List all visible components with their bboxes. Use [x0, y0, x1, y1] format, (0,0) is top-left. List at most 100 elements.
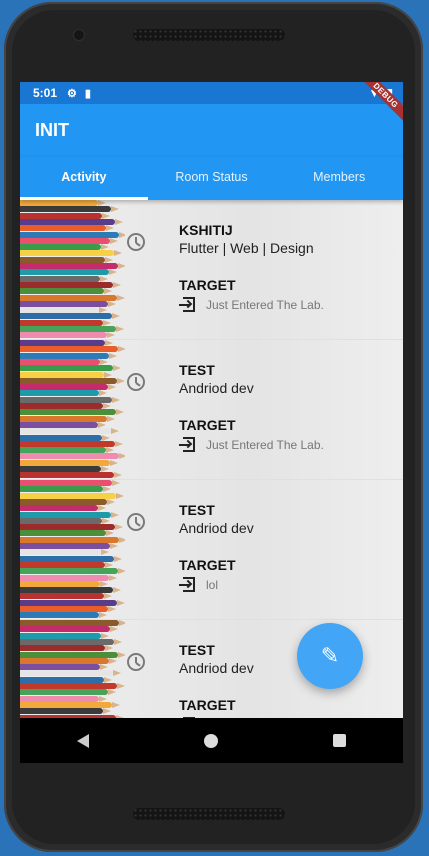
pencil-shape	[20, 620, 125, 626]
list-item[interactable]: KSHITIJ Flutter | Web | Design TARGET Ju…	[20, 200, 403, 340]
pencil-shape	[20, 428, 119, 435]
pencil-shape	[20, 281, 121, 288]
tab-room-status[interactable]: Room Status	[148, 157, 276, 200]
pencil-shape	[20, 517, 110, 524]
target-label: TARGET	[179, 417, 236, 433]
home-icon[interactable]	[203, 733, 218, 748]
pencil-shape	[20, 319, 111, 326]
pencil-shape	[20, 225, 114, 232]
pencil-shape	[20, 480, 120, 486]
pencil-shape	[20, 695, 107, 702]
pencil-shape	[20, 421, 106, 428]
pencil-shape	[20, 466, 109, 472]
pencil-shape	[20, 587, 121, 594]
pencil-shape	[20, 300, 116, 307]
pencil-shape	[20, 638, 122, 645]
tab-bar: Activity Room Status Members	[20, 157, 403, 200]
pencil-shape	[20, 288, 112, 295]
pencil-shape	[20, 536, 125, 543]
pencil-shape	[20, 626, 118, 633]
pencil-shape	[20, 237, 118, 244]
pencil-shape	[20, 440, 123, 447]
member-name: KSHITIJ	[179, 222, 233, 238]
member-role: Andriod dev	[179, 380, 254, 396]
recent-apps-icon[interactable]	[332, 734, 346, 747]
pencil-shape	[20, 511, 119, 518]
pencil-shape	[20, 218, 123, 225]
pencil-shape	[20, 340, 113, 346]
pencil-shape	[20, 453, 125, 460]
pencil-shape	[20, 307, 107, 314]
pencil-shape	[20, 492, 124, 499]
pencil-shape	[20, 294, 125, 301]
pencil-shape	[20, 256, 113, 263]
pencil-shape	[20, 275, 108, 282]
pencil-shape	[20, 606, 116, 612]
front-camera	[74, 30, 84, 40]
pencil-shape	[20, 377, 125, 384]
pencil-shape	[20, 200, 106, 206]
pencil-shape	[20, 212, 110, 219]
clock-icon	[127, 513, 145, 531]
pencil-shape	[20, 612, 107, 619]
pencil-shape	[20, 390, 107, 397]
pencil-shape	[20, 346, 125, 353]
login-icon	[179, 576, 197, 594]
system-nav-bar	[20, 718, 403, 763]
status-bar: 5:01 ⚙ ▮ ▼ ▮ DEBUG	[20, 82, 403, 127]
activity-status: Just Entered The Lab.	[179, 436, 324, 454]
target-label: TARGET	[179, 557, 236, 573]
pencil-shape	[20, 645, 113, 652]
pencil-shape	[20, 689, 116, 696]
pencil-shape	[20, 263, 125, 269]
pencil-shape	[20, 250, 122, 257]
activity-status: lol	[179, 576, 218, 594]
status-time: 5:01	[33, 86, 58, 100]
member-name: TEST	[179, 642, 215, 658]
edit-fab-button[interactable]: ✎	[297, 623, 363, 689]
app-bar: INIT	[20, 104, 403, 157]
list-item[interactable]: TEST Andriod dev TARGET lol	[20, 480, 403, 620]
pencil-shape	[20, 574, 117, 581]
target-label: TARGET	[179, 277, 236, 293]
pencil-shape	[20, 670, 121, 677]
pencil-shape	[20, 530, 114, 537]
target-label: TARGET	[179, 697, 236, 713]
bottom-speaker	[133, 808, 285, 820]
pencil-shape	[20, 326, 124, 332]
pencil-shape	[20, 206, 119, 213]
pencil-shape	[20, 701, 120, 708]
pencil-shape	[20, 409, 124, 416]
pencil-shape	[20, 593, 112, 600]
pencil-shape	[20, 231, 125, 238]
pencil-shape	[20, 459, 118, 466]
pencil-shape	[20, 332, 115, 339]
pencil-shape	[20, 384, 116, 391]
pencil-shape	[20, 244, 109, 251]
activity-status: Just Entered The Lab.	[179, 296, 324, 314]
status-text: Just Entered The Lab.	[206, 438, 324, 452]
tab-activity[interactable]: Activity	[20, 157, 148, 200]
member-name: TEST	[179, 362, 215, 378]
back-icon[interactable]	[77, 733, 90, 748]
pencil-shape	[20, 657, 117, 664]
member-role: Andriod dev	[179, 660, 254, 676]
pencil-shape	[20, 676, 112, 683]
list-item[interactable]: TEST Andriod dev TARGET Just Entered The…	[20, 340, 403, 480]
pencil-shape	[20, 651, 125, 658]
tab-members[interactable]: Members	[275, 157, 403, 200]
pencil-shape	[20, 664, 108, 671]
pencil-shape	[20, 555, 122, 562]
sim-card-icon: ▮	[84, 87, 91, 100]
pencil-shape	[20, 568, 125, 575]
app-screen: 5:01 ⚙ ▮ ▼ ▮ DEBUG INIT Activity Room St…	[20, 82, 403, 763]
pencils-image	[20, 480, 125, 619]
pencil-shape	[20, 371, 112, 378]
pencil-shape	[20, 447, 114, 454]
clock-icon	[127, 233, 145, 251]
pencil-shape	[20, 396, 120, 403]
edit-icon: ✎	[320, 643, 340, 668]
pencil-shape	[20, 708, 111, 715]
clock-icon	[127, 373, 145, 391]
pencils-image	[20, 200, 125, 339]
